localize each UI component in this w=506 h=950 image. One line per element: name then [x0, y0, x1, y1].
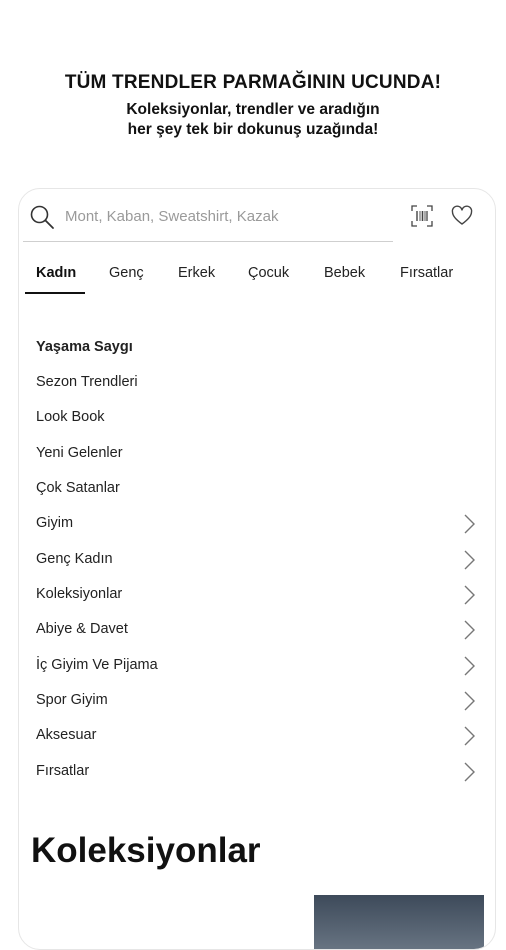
promo-title: TÜM TRENDLER PARMAĞININ UCUNDA!	[64, 72, 442, 93]
menu-item-label: Yaşama Saygı	[36, 339, 133, 355]
menu-item-abiye-davet[interactable]: Abiye & Davet	[36, 617, 476, 645]
menu-item-spor-giyim[interactable]: Spor Giyim	[36, 688, 476, 716]
tab-bebek[interactable]: Bebek	[324, 265, 365, 281]
menu-item-label: Sezon Trendleri	[36, 374, 138, 390]
chevron-right-icon	[464, 620, 475, 640]
tab-kadin[interactable]: Kadın	[36, 265, 76, 281]
menu-item-label: Çok Satanlar	[36, 480, 120, 496]
chevron-right-icon	[464, 550, 475, 570]
menu-item-yeni-gelenler[interactable]: Yeni Gelenler	[36, 441, 476, 469]
category-tabs: Kadın Genç Erkek Çocuk Bebek Fırsatlar	[19, 255, 495, 294]
menu-item-aksesuar[interactable]: Aksesuar	[36, 723, 476, 751]
menu-item-label: Fırsatlar	[36, 763, 90, 779]
barcode-scan-icon[interactable]	[411, 205, 433, 227]
menu-item-label: Koleksiyonlar	[36, 586, 123, 602]
menu-item-label: Look Book	[36, 409, 105, 425]
heart-icon[interactable]	[451, 205, 473, 227]
chevron-right-icon	[464, 585, 475, 605]
promo-header: TÜM TRENDLER PARMAĞININ UCUNDA! Koleksiy…	[0, 72, 506, 140]
menu-item-cok-satanlar[interactable]: Çok Satanlar	[36, 476, 476, 504]
search-input[interactable]	[65, 203, 365, 229]
menu-item-genc-kadin[interactable]: Genç Kadın	[36, 547, 476, 575]
tab-cocuk[interactable]: Çocuk	[248, 265, 289, 281]
search-bar	[19, 189, 495, 245]
menu-item-label: Aksesuar	[36, 727, 97, 743]
chevron-right-icon	[464, 514, 475, 534]
chevron-right-icon	[464, 656, 475, 676]
collections-title: Koleksiyonlar	[31, 831, 261, 870]
menu-item-label: Spor Giyim	[36, 692, 108, 708]
menu-item-label: Giyim	[36, 515, 74, 531]
menu-item-look-book[interactable]: Look Book	[36, 405, 476, 433]
active-tab-indicator	[25, 292, 85, 294]
menu-item-label: Genç Kadın	[36, 551, 113, 567]
menu-item-label: Yeni Gelenler	[36, 445, 123, 461]
promo-subtitle-line-1: Koleksiyonlar, trendler ve aradığın	[126, 101, 380, 118]
search-underline	[23, 241, 393, 242]
chevron-right-icon	[464, 726, 475, 746]
menu-item-ic-giyim-pijama[interactable]: İç Giyim Ve Pijama	[36, 653, 476, 681]
promo-subtitle-line-2: her şey tek bir dokunuş uzağında!	[127, 121, 379, 138]
tab-genc[interactable]: Genç	[109, 265, 144, 281]
search-icon[interactable]	[29, 204, 55, 230]
menu-item-firsatlar[interactable]: Fırsatlar	[36, 759, 476, 787]
menu-item-label: Abiye & Davet	[36, 621, 128, 637]
chevron-right-icon	[464, 691, 475, 711]
menu-item-yasama-saygi[interactable]: Yaşama Saygı	[36, 335, 476, 363]
app-screen: Kadın Genç Erkek Çocuk Bebek Fırsatlar Y…	[18, 188, 496, 950]
promo-subtitle: Koleksiyonlar, trendler ve aradığın her …	[0, 100, 506, 140]
menu-item-koleksiyonlar[interactable]: Koleksiyonlar	[36, 582, 476, 610]
menu-item-giyim[interactable]: Giyim	[36, 511, 476, 539]
tab-erkek[interactable]: Erkek	[178, 265, 215, 281]
tab-firsatlar[interactable]: Fırsatlar	[400, 265, 453, 281]
collection-thumbnail[interactable]	[314, 895, 484, 949]
menu-item-label: İç Giyim Ve Pijama	[36, 657, 158, 673]
chevron-right-icon	[464, 762, 475, 782]
menu-item-sezon-trendleri[interactable]: Sezon Trendleri	[36, 370, 476, 398]
